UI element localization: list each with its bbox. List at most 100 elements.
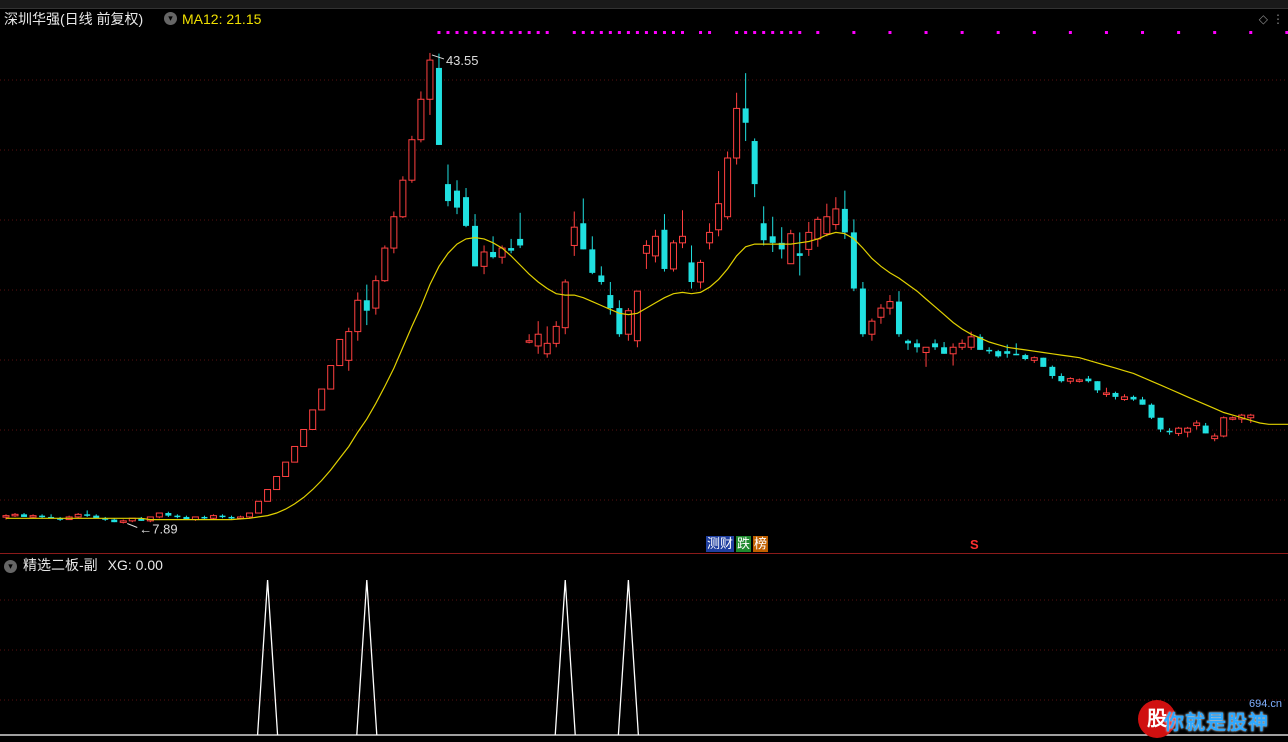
candle-body bbox=[986, 349, 993, 352]
candle-body bbox=[787, 233, 795, 265]
candle-body bbox=[1049, 366, 1056, 376]
dot-marker bbox=[735, 31, 739, 34]
chevron-down-icon[interactable]: ▾ bbox=[4, 559, 17, 573]
candle-body bbox=[463, 197, 470, 226]
candle-body bbox=[309, 409, 317, 430]
dot-marker bbox=[1177, 31, 1181, 34]
candle-body bbox=[372, 280, 380, 309]
candle-body bbox=[490, 251, 497, 258]
candle-body bbox=[751, 141, 758, 185]
candle-body bbox=[1102, 392, 1110, 395]
candle-body bbox=[525, 340, 533, 343]
candle-body bbox=[1229, 417, 1237, 420]
dot-marker bbox=[662, 31, 666, 34]
dot-marker bbox=[608, 31, 612, 34]
candle-body bbox=[905, 340, 911, 344]
candle-body bbox=[219, 515, 226, 518]
candle-body bbox=[1148, 404, 1155, 418]
dot-marker bbox=[762, 31, 766, 34]
candle-body bbox=[742, 108, 749, 123]
candle-body bbox=[354, 299, 362, 333]
dot-marker bbox=[996, 31, 1000, 34]
candle-body bbox=[823, 216, 831, 235]
dot-marker bbox=[446, 31, 450, 34]
badge-drop[interactable]: 跌 bbox=[736, 536, 752, 552]
candle-body bbox=[209, 515, 217, 519]
candle-body bbox=[174, 515, 181, 518]
candle-body bbox=[607, 295, 614, 309]
s-marker: S bbox=[970, 537, 979, 552]
candle-body bbox=[661, 229, 668, 269]
candle-body bbox=[679, 235, 686, 244]
dot-marker bbox=[482, 31, 486, 34]
dot-marker bbox=[653, 31, 657, 34]
candle-body bbox=[1075, 379, 1083, 382]
candle-body bbox=[995, 351, 1002, 357]
candle-body bbox=[1130, 396, 1137, 400]
candle-body bbox=[300, 428, 308, 447]
candle-body bbox=[589, 249, 596, 273]
low-pointer bbox=[127, 523, 138, 528]
badge-finance[interactable]: 测财 bbox=[706, 536, 735, 552]
candle-body bbox=[39, 515, 46, 518]
candle-body bbox=[1085, 378, 1092, 382]
dot-marker bbox=[816, 31, 820, 34]
candle-body bbox=[715, 203, 723, 231]
candle-body bbox=[669, 242, 677, 270]
high-pointer bbox=[431, 54, 445, 60]
candle-body bbox=[1120, 396, 1128, 400]
candle-body bbox=[958, 342, 966, 348]
candle-body bbox=[264, 489, 272, 502]
candle-body bbox=[399, 179, 407, 218]
candle-body bbox=[1030, 357, 1038, 361]
candle-body bbox=[796, 253, 803, 256]
candle-body bbox=[841, 208, 848, 233]
dot-marker bbox=[888, 31, 892, 34]
dot-marker bbox=[1249, 31, 1253, 34]
candle-body bbox=[480, 251, 488, 267]
kline-chart[interactable]: 43.55 ←7.89 bbox=[0, 0, 1288, 742]
candle-body bbox=[318, 388, 326, 411]
indicator-header: ▾ 精选二板-副 XG: 0.00 bbox=[4, 556, 163, 574]
candle-body bbox=[1139, 399, 1146, 405]
watermark-logo: 股 你就是股神 694.cn bbox=[1138, 698, 1288, 742]
candle-body bbox=[941, 347, 948, 354]
dot-marker bbox=[581, 31, 585, 34]
signal-peak bbox=[617, 579, 640, 736]
candle-body bbox=[914, 343, 921, 348]
candle-body bbox=[1004, 351, 1011, 354]
high-label: 43.55 bbox=[446, 53, 479, 68]
badge-rank[interactable]: 榜 bbox=[753, 536, 769, 552]
candle-body bbox=[345, 331, 353, 361]
indicator-title[interactable]: 精选二板-副 bbox=[23, 557, 98, 573]
dot-marker bbox=[771, 31, 775, 34]
candle-body bbox=[273, 475, 281, 491]
candle-body bbox=[1247, 414, 1255, 419]
candle-body bbox=[561, 281, 569, 329]
dot-marker bbox=[753, 31, 757, 34]
dot-marker bbox=[1213, 31, 1217, 34]
dot-marker bbox=[536, 31, 540, 34]
candle-body bbox=[598, 275, 605, 282]
candle-body bbox=[814, 218, 822, 240]
dot-marker bbox=[518, 31, 522, 34]
candle-body bbox=[472, 225, 479, 267]
candle-body bbox=[1220, 417, 1228, 437]
candle-body bbox=[1184, 427, 1192, 433]
candle-body bbox=[697, 261, 705, 283]
candle-body bbox=[949, 346, 957, 355]
watermark-site: 694.cn bbox=[1248, 698, 1282, 710]
candle-body bbox=[706, 231, 714, 244]
dot-marker bbox=[699, 31, 703, 34]
candle-body bbox=[895, 301, 902, 335]
candle-body bbox=[832, 208, 840, 226]
candle-body bbox=[119, 520, 127, 523]
candle-body bbox=[633, 290, 641, 342]
dot-marker bbox=[545, 31, 549, 34]
candle-body bbox=[769, 236, 776, 243]
pane-divider[interactable] bbox=[0, 553, 1288, 554]
candle-body bbox=[543, 342, 551, 355]
dot-marker bbox=[671, 31, 675, 34]
signal-peak bbox=[554, 579, 576, 736]
dot-marker bbox=[635, 31, 639, 34]
